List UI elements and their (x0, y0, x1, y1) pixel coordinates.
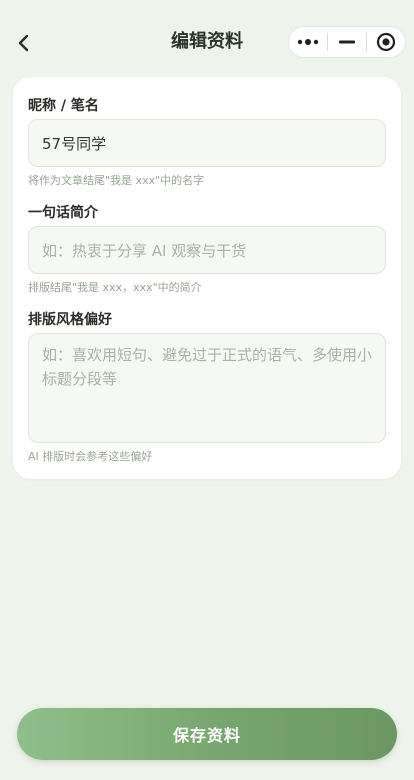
edit-profile-page: 编辑资料 昵称 / 笔名 57号同学 将作为文章结尾"我是 xxx"中的名字 一… (0, 0, 414, 780)
style-preference-hint: AI 排版时会参考这些偏好 (28, 450, 153, 463)
minimize-icon (339, 40, 355, 44)
more-button[interactable] (289, 27, 327, 57)
bio-label: 一句话简介 (28, 205, 98, 221)
more-dots-icon (297, 39, 319, 45)
nickname-input[interactable]: 57号同学 (28, 119, 386, 167)
bio-input[interactable]: 如：热衷于分享 AI 观察与干货 (28, 226, 386, 274)
navigation-bar: 编辑资料 (0, 0, 414, 84)
style-preference-label: 排版风格偏好 (28, 312, 112, 328)
nickname-label: 昵称 / 笔名 (28, 98, 99, 114)
style-preference-textarea[interactable]: 如：喜欢用短句、避免过于正式的语气、多使用小标题分段等 (28, 333, 386, 443)
minimize-button[interactable] (328, 27, 366, 57)
profile-form-card: 昵称 / 笔名 57号同学 将作为文章结尾"我是 xxx"中的名字 一句话简介 … (13, 77, 401, 479)
save-profile-button[interactable]: 保存资料 (17, 708, 397, 760)
close-button[interactable] (367, 27, 405, 57)
mini-program-capsule (288, 26, 406, 58)
bio-hint: 排版结尾"我是 xxx，xxx"中的简介 (28, 281, 202, 294)
nickname-hint: 将作为文章结尾"我是 xxx"中的名字 (28, 174, 205, 187)
target-close-icon (376, 32, 396, 52)
